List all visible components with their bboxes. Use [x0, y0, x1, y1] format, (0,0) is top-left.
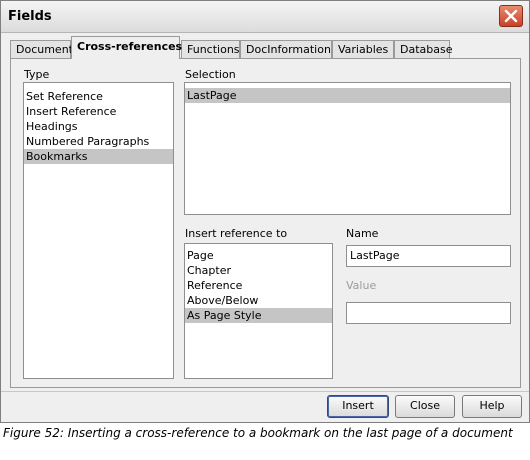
footer-separator [1, 391, 529, 392]
value-label: Value [346, 279, 377, 292]
help-button[interactable]: Help [462, 395, 522, 418]
insert-reference-to-listbox[interactable]: Page Chapter Reference Above/Below As Pa… [184, 243, 333, 379]
type-item-bookmarks[interactable]: Bookmarks [24, 149, 173, 164]
type-label: Type [24, 68, 50, 81]
tab-document[interactable]: Document [10, 40, 73, 58]
insert-reference-to-label: Insert reference to [185, 227, 288, 240]
tab-database[interactable]: Database [394, 40, 453, 58]
name-label: Name [346, 227, 379, 240]
close-window-button[interactable] [499, 5, 523, 27]
fields-dialog: Fields Document Cross-references Functio… [0, 0, 530, 423]
ref-item-above-below[interactable]: Above/Below [185, 293, 332, 308]
close-button[interactable]: Close [395, 395, 455, 418]
figure-caption: Figure 52: Inserting a cross-reference t… [3, 426, 513, 440]
dialog-title: Fields [8, 9, 52, 24]
tab-docinformation[interactable]: DocInformation [240, 40, 332, 58]
ref-item-page[interactable]: Page [185, 248, 332, 263]
tab-variables[interactable]: Variables [332, 40, 394, 58]
value-field[interactable] [346, 302, 511, 324]
type-item-headings[interactable]: Headings [24, 119, 173, 134]
type-item-numbered-paragraphs[interactable]: Numbered Paragraphs [24, 134, 173, 149]
selection-item-lastpage[interactable]: LastPage [185, 88, 510, 103]
tab-functions[interactable]: Functions [181, 40, 240, 58]
ref-item-reference[interactable]: Reference [185, 278, 332, 293]
ref-item-as-page-style[interactable]: As Page Style [185, 308, 332, 323]
type-item-set-reference[interactable]: Set Reference [24, 89, 173, 104]
tab-cross-references[interactable]: Cross-references [71, 36, 182, 59]
insert-button[interactable]: Insert [327, 395, 389, 418]
selection-label: Selection [185, 68, 236, 81]
type-item-insert-reference[interactable]: Insert Reference [24, 104, 173, 119]
name-field[interactable]: LastPage [346, 245, 511, 267]
close-icon [504, 9, 518, 23]
selection-listbox[interactable]: LastPage [184, 82, 511, 215]
type-listbox[interactable]: Set Reference Insert Reference Headings … [23, 82, 174, 379]
cross-references-panel: Type Set Reference Insert Reference Head… [10, 58, 521, 388]
title-bar: Fields [1, 1, 529, 33]
ref-item-chapter[interactable]: Chapter [185, 263, 332, 278]
